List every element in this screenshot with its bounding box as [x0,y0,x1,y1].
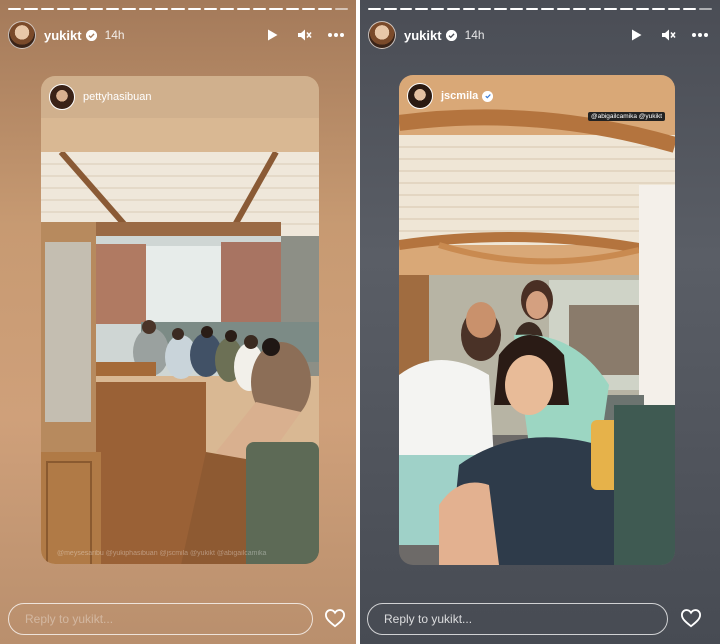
boat-photo [41,152,319,564]
mention-tag-sticker[interactable]: @abigailcamika @yukikt [588,112,665,121]
play-icon[interactable] [262,25,282,45]
story-header: yukikt 14h [368,20,710,50]
story-time: 14h [464,28,485,42]
card-header: jscmila [399,75,675,117]
story-username[interactable]: yukikt [404,28,442,43]
avatar[interactable] [8,21,36,49]
story-progress-bar [368,8,712,10]
reply-input[interactable]: Reply to yukikt... [367,603,668,635]
verified-badge-icon [482,90,494,102]
story-time: 14h [104,28,125,42]
more-icon[interactable] [326,25,346,45]
reshared-story-card[interactable]: pettyhasibuan @meysesaribu @yukiphasibua… [41,76,319,564]
verified-badge-icon [445,29,457,41]
card-username[interactable]: jscmila [441,90,478,102]
card-header: pettyhasibuan [41,76,319,118]
play-icon[interactable] [626,25,646,45]
mention-tags: @meysesaribu @yukiphasibuan @jscmila @yu… [57,550,267,557]
more-icon[interactable] [690,25,710,45]
story-panel-right[interactable]: yukikt 14h jscmila @abigailcamika @yukik… [360,0,720,644]
avatar[interactable] [368,21,396,49]
card-username[interactable]: pettyhasibuan [83,91,152,103]
mute-icon[interactable] [658,25,678,45]
heart-icon[interactable] [321,604,349,632]
story-header: yukikt 14h [8,20,346,50]
story-progress-bar [8,8,348,10]
card-avatar[interactable] [49,84,75,110]
boat-selfie-photo [399,75,675,565]
verified-badge-icon [85,29,97,41]
card-avatar[interactable] [407,83,433,109]
story-panel-left[interactable]: yukikt 14h pettyhasibuan @meysesaribu @y… [0,0,356,644]
mute-icon[interactable] [294,25,314,45]
reply-input[interactable]: Reply to yukikt... [8,603,313,635]
reshared-story-card[interactable]: jscmila @abigailcamika @yukikt [399,75,675,565]
heart-icon[interactable] [677,604,705,632]
story-username[interactable]: yukikt [44,28,82,43]
